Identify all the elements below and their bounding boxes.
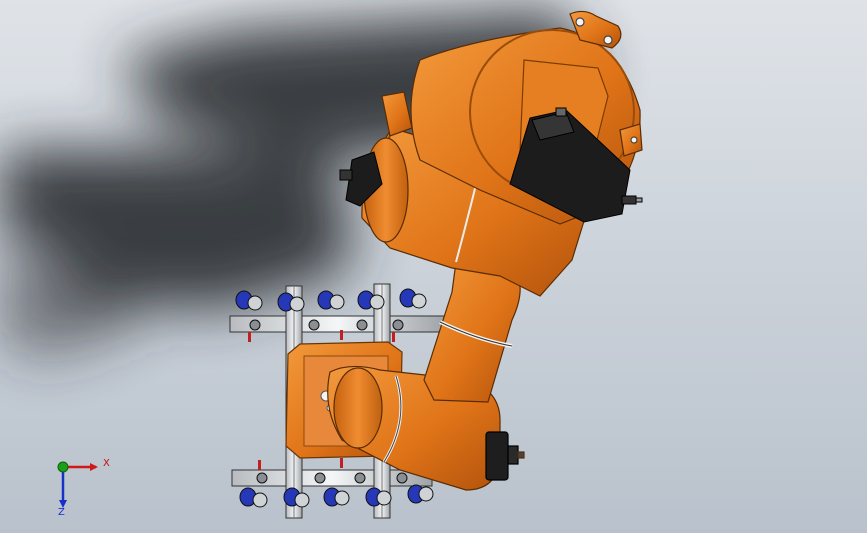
triad-x-label: X xyxy=(103,458,110,469)
triad-z-label: Z xyxy=(58,507,65,518)
cad-viewport[interactable]: X Z xyxy=(0,0,867,533)
robot-arm-model[interactable] xyxy=(0,0,867,533)
axis-triad: X Z xyxy=(48,452,118,522)
